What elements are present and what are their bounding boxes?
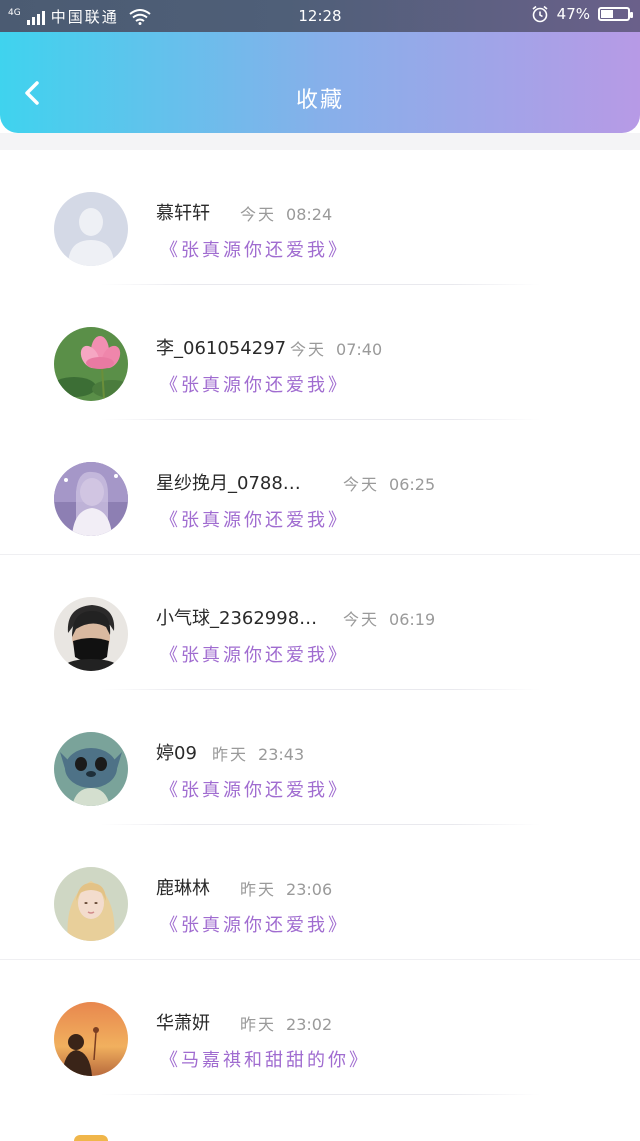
avatar[interactable] <box>74 1135 108 1141</box>
status-bar: 4G 中国联通 12:28 47% <box>0 0 640 32</box>
list-item[interactable]: 婷09 昨天 23:43 《张真源你还爱我》 <box>0 690 640 825</box>
avatar[interactable] <box>54 462 128 536</box>
girl-avatar-icon <box>54 462 128 536</box>
timestamp: 今天 06:19 <box>343 610 436 629</box>
user-name: 婷09 <box>156 743 197 764</box>
sunset-silhouette-avatar-icon <box>54 1002 128 1076</box>
boy-mask-avatar-icon <box>54 597 128 671</box>
song-title[interactable]: 《马嘉祺和甜甜的你》 <box>160 1046 370 1072</box>
user-name: 李_061054297 <box>156 338 287 359</box>
stitch-avatar-icon <box>54 732 128 806</box>
list-item[interactable]: 鹿琳林 昨天 23:06 《张真源你还爱我》 <box>0 825 640 960</box>
list-item[interactable]: 小气球_2362998… 今天 06:19 《张真源你还爱我》 <box>0 555 640 690</box>
avatar[interactable] <box>54 327 128 401</box>
battery-percent: 47% <box>556 5 590 23</box>
avatar[interactable] <box>54 867 128 941</box>
user-name: 慕轩轩 <box>156 203 210 224</box>
navigation-bar: 收藏 <box>0 32 640 133</box>
song-title[interactable]: 《张真源你还爱我》 <box>160 776 349 802</box>
page-title: 收藏 <box>295 88 344 113</box>
user-name: 华萧妍 <box>156 1013 210 1034</box>
list-item[interactable]: 慕轩轩 今天 08:24 《张真源你还爱我》 <box>0 150 640 285</box>
timestamp: 今天 07:40 <box>290 340 383 359</box>
avatar[interactable] <box>54 192 128 266</box>
default-user-icon <box>54 192 128 266</box>
alarm-icon <box>532 5 548 23</box>
song-title[interactable]: 《张真源你还爱我》 <box>160 506 349 532</box>
timestamp: 昨天 23:43 <box>212 745 305 764</box>
header-bar: 4G 中国联通 12:28 47% 收藏 <box>0 0 640 133</box>
divider <box>100 1094 540 1095</box>
song-title[interactable]: 《张真源你还爱我》 <box>160 371 349 397</box>
timestamp: 今天 08:24 <box>240 205 333 224</box>
timestamp: 昨天 23:02 <box>240 1015 333 1034</box>
list-item[interactable]: 李_061054297 今天 07:40 《张真源你还爱我》 <box>0 285 640 420</box>
avatar[interactable] <box>54 732 128 806</box>
avatar[interactable] <box>54 597 128 671</box>
list-item[interactable]: 华萧妍 昨天 23:02 《马嘉祺和甜甜的你》 <box>0 960 640 1095</box>
user-name: 鹿琳林 <box>156 878 210 899</box>
song-title[interactable]: 《张真源你还爱我》 <box>160 236 349 262</box>
list-item[interactable]: 星纱挽月_0788… 今天 06:25 《张真源你还爱我》 <box>0 420 640 555</box>
avatar[interactable] <box>54 1002 128 1076</box>
section-gap <box>0 133 640 150</box>
song-title[interactable]: 《张真源你还爱我》 <box>160 641 349 667</box>
battery-icon <box>598 7 633 21</box>
user-name: 小气球_2362998… <box>156 608 318 629</box>
timestamp: 昨天 23:06 <box>240 880 333 899</box>
lotus-avatar-icon <box>54 327 128 401</box>
timestamp: 今天 06:25 <box>343 475 436 494</box>
user-name: 星纱挽月_0788… <box>156 473 301 494</box>
song-title[interactable]: 《张真源你还爱我》 <box>160 911 349 937</box>
favorites-list: 慕轩轩 今天 08:24 《张真源你还爱我》 李_061054297 今天 07:4… <box>0 150 640 1141</box>
blonde-girl-avatar-icon <box>54 867 128 941</box>
